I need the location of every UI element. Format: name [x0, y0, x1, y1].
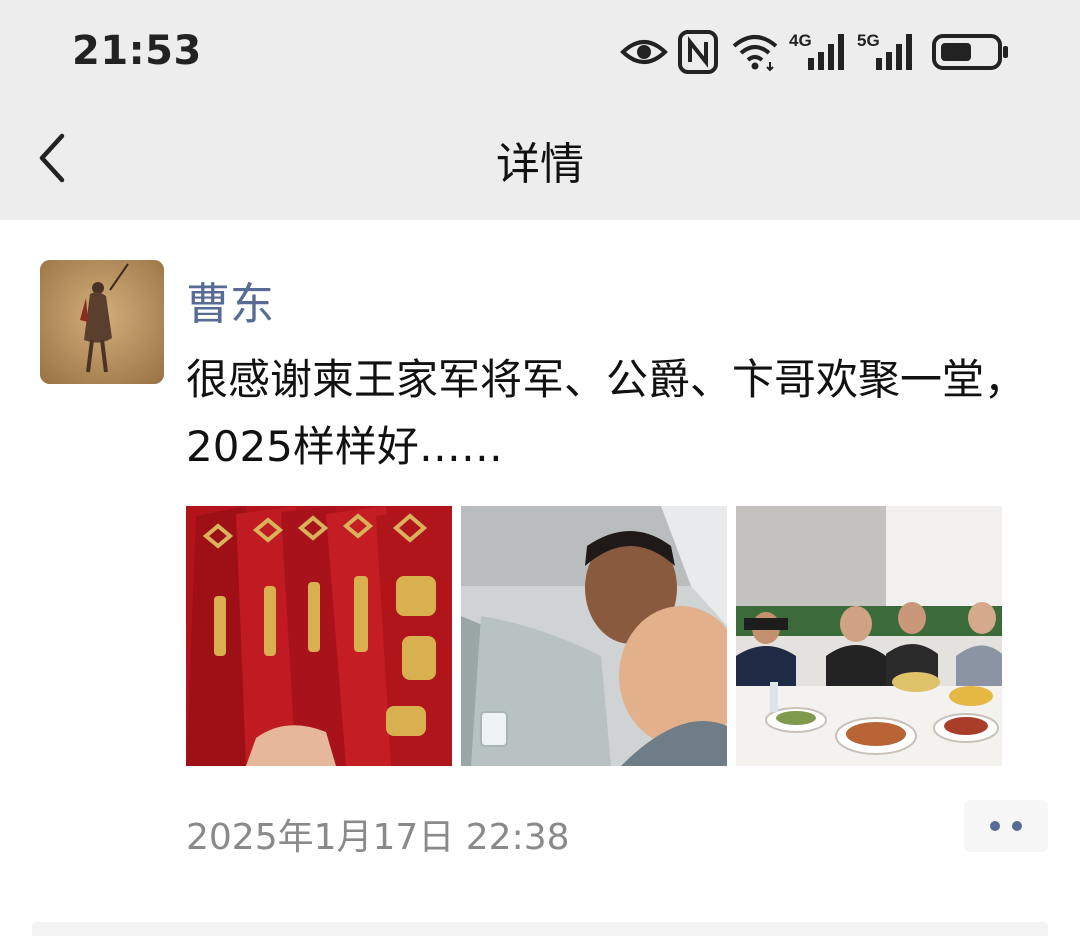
- post-text: 很感谢柬王家军将军、公爵、卞哥欢聚一堂，2025样样好……: [186, 355, 1027, 471]
- author-name[interactable]: 曹东: [186, 268, 274, 332]
- network-4g-label: 4G: [789, 31, 812, 50]
- avatar[interactable]: [40, 260, 164, 384]
- status-time: 21:53: [72, 28, 202, 74]
- wifi-icon: [732, 35, 778, 72]
- dinner-table-photo[interactable]: [736, 506, 1002, 766]
- page-title: 详情: [496, 139, 584, 190]
- avatar-swordsman-image: [40, 260, 164, 384]
- signal-5g-icon: 5G: [857, 31, 912, 70]
- network-5g-label: 5G: [857, 31, 880, 50]
- more-button[interactable]: [964, 800, 1048, 852]
- red-envelopes-photo[interactable]: [186, 506, 452, 766]
- post-timestamp: 2025年1月17日 22:38: [186, 817, 570, 858]
- two-men-selfie-photo[interactable]: [461, 506, 727, 766]
- signal-4g-icon: 4G: [789, 31, 844, 70]
- status-icons: 4G 5G: [618, 26, 1018, 78]
- eye-icon: [620, 40, 668, 64]
- nfc-icon: [678, 30, 718, 74]
- top-bar: 21:53 4G 5G 详情: [0, 0, 1080, 220]
- battery-icon: [932, 34, 1008, 70]
